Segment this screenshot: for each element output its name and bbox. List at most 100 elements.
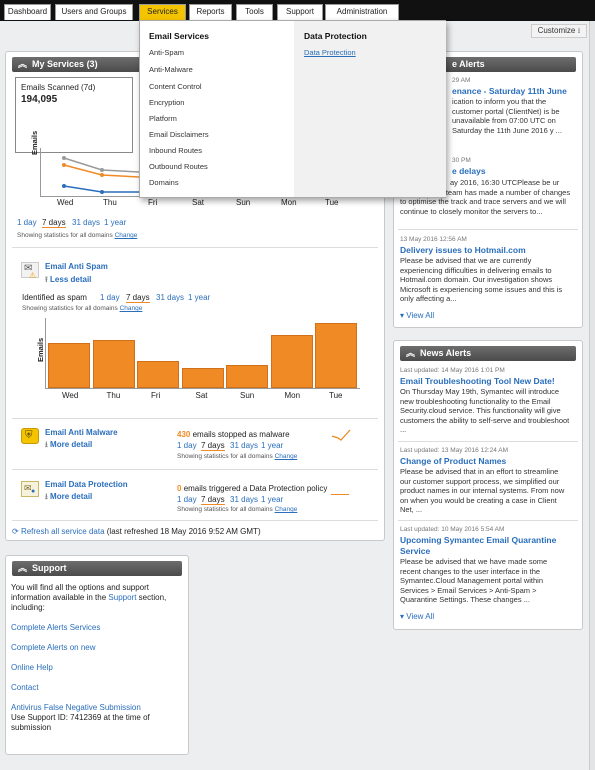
divider [12,247,378,248]
overview-period-1day[interactable]: 1 day [17,218,37,227]
spam-bar-wed [48,343,90,388]
news-alert-body: Please be advised that we have made some… [400,557,548,604]
top-nav-bar: Dashboard Users and Groups Services Repo… [0,0,595,21]
anti-spam-period-1day[interactable]: 1 day [100,293,120,302]
overview-change-link[interactable]: Change [115,232,138,239]
tab-tools[interactable]: Tools [236,4,273,20]
service-alerts-view-all[interactable]: ▾ View All [400,311,434,320]
tab-reports[interactable]: Reports [189,4,232,20]
menu-item-anti-spam[interactable]: Anti-Spam [149,48,184,57]
divider [12,469,378,470]
point-orange-wed [62,163,66,167]
data-protection-name[interactable]: Email Data Protection [45,480,128,489]
anti-spam-change-link[interactable]: Change [120,305,143,312]
support-link-contact[interactable]: Contact [11,683,39,692]
service-alert-time: 30 PM [452,157,471,164]
news-alert-title[interactable]: Change of Product Names [400,456,506,466]
anti-malware-change-link[interactable]: Change [275,453,298,460]
refresh-link[interactable]: Refresh all service data [21,527,105,536]
services-dropdown-menu: Email Services Anti-Spam Anti-Malware Co… [139,20,446,198]
menu-item-encryption[interactable]: Encryption [149,98,184,107]
menu-item-inbound-routes[interactable]: Inbound Routes [149,146,202,155]
anti-malware-name[interactable]: Email Anti Malware [45,428,118,437]
menu-item-anti-malware[interactable]: Anti-Malware [149,65,193,74]
menu-item-email-disclaimers[interactable]: Email Disclaimers [149,130,209,139]
anti-spam-period-7days[interactable]: 7 days [126,293,150,303]
menu-item-platform[interactable]: Platform [149,114,177,123]
overview-xtick-thu: Thu [103,198,117,207]
data-protection-stat-text: emails triggered a Data Protection polic… [183,484,328,493]
service-alert-title[interactable]: enance - Saturday 11th June [452,86,567,96]
anti-malware-more-detail[interactable]: ⭳ More detail [45,439,92,453]
service-alerts-title: e Alerts [452,59,485,69]
refresh-icon[interactable]: ⟳ [12,527,19,536]
tab-services[interactable]: Services [139,4,186,20]
point-blue-thu [100,190,104,194]
anti-spam-name[interactable]: Email Anti Spam [45,262,108,271]
tab-dashboard[interactable]: Dashboard [4,4,51,20]
anti-malware-shield-icon: ⛨ [21,428,39,444]
news-alert-title[interactable]: Email Troubleshooting Tool New Date! [400,376,555,386]
news-alert-title-line2[interactable]: Service [400,546,430,556]
view-all-arrow-icon: ▾ [400,612,405,621]
point-gray-thu [100,168,104,172]
data-protection-period-1year[interactable]: 1 year [261,495,283,504]
data-protection-period-31days[interactable]: 31 days [230,495,258,504]
data-protection-showing-label: Showing statistics for all domains [177,506,273,513]
data-protection-more-detail[interactable]: ⭳ More detail [45,491,92,505]
menu-heading-email-services: Email Services [149,31,210,41]
divider [398,229,578,230]
support-intro-link[interactable]: Support [108,593,136,602]
data-protection-period-1day[interactable]: 1 day [177,495,197,504]
overview-ylabel: Emails [30,130,39,155]
anti-malware-count: 430 [177,430,191,439]
spam-chart-ylabel: Emails [36,337,45,362]
tab-users-and-groups[interactable]: Users and Groups [55,4,133,20]
overview-period-1year[interactable]: 1 year [104,218,126,227]
expand-arrow-icon: ⭳ [45,440,48,449]
anti-malware-showing-label: Showing statistics for all domains [177,453,273,460]
service-alert-title[interactable]: e delays [452,166,486,176]
anti-malware-period-7days[interactable]: 7 days [201,441,225,451]
news-alerts-header[interactable]: ︽ News Alerts [400,346,576,361]
support-link-online-help[interactable]: Online Help [11,663,53,672]
menu-item-content-control[interactable]: Content Control [149,82,202,91]
overview-period-7days[interactable]: 7 days [42,218,66,228]
news-alert-title[interactable]: Upcoming Symantec Email Quarantine [400,535,556,545]
anti-spam-less-detail[interactable]: ⭱ Less detail [45,274,91,288]
divider [398,520,578,521]
anti-spam-period-1year[interactable]: 1 year [188,293,210,302]
spam-xtick-sun: Sun [240,391,255,400]
data-protection-period-7days[interactable]: 7 days [201,495,225,505]
service-alert-title[interactable]: Delivery issues to Hotmail.com [400,245,526,255]
anti-malware-period-31days[interactable]: 31 days [230,441,258,450]
collapse-chevron-icon[interactable]: ︽ [18,57,27,72]
menu-item-data-protection[interactable]: Data Protection [304,48,356,57]
spam-xtick-wed: Wed [62,391,79,400]
support-id-text: Use Support ID: 7412369 at the time of s… [11,713,150,732]
overview-showing-label: Showing statistics for all domains [17,232,113,239]
overview-period-31days[interactable]: 31 days [72,218,100,227]
spam-bar-mon [270,335,313,388]
news-alert-body: Please be advised that in an effort to s… [400,467,565,514]
tab-administration[interactable]: Administration [325,4,399,20]
news-alerts-view-all[interactable]: ▾ View All [400,612,434,621]
tab-support[interactable]: Support [277,4,323,20]
page-scrollbar[interactable] [589,21,595,770]
anti-malware-period-1year[interactable]: 1 year [261,441,283,450]
anti-spam-identified-label: Identified as spam [22,293,87,302]
collapse-chevron-icon[interactable]: ︽ [406,346,415,361]
support-link-complete-alerts-services[interactable]: Complete Alerts Services [11,623,100,632]
customize-button[interactable]: Customize ⭳ [531,24,587,38]
anti-spam-period-31days[interactable]: 31 days [156,293,184,302]
service-alert-time: 13 May 2016 12:56 AM [400,236,467,243]
support-link-complete-alerts-on-new[interactable]: Complete Alerts on new [11,643,96,652]
collapse-chevron-icon[interactable]: ︽ [18,561,27,576]
support-link-antivirus-false-negative[interactable]: Antivirus False Negative Submission [11,703,141,712]
support-header[interactable]: ︽ Support [12,561,182,576]
menu-item-domains[interactable]: Domains [149,178,179,187]
menu-item-outbound-routes[interactable]: Outbound Routes [149,162,208,171]
anti-malware-period-1day[interactable]: 1 day [177,441,197,450]
anti-malware-sparkline [331,429,351,441]
data-protection-change-link[interactable]: Change [275,506,298,513]
